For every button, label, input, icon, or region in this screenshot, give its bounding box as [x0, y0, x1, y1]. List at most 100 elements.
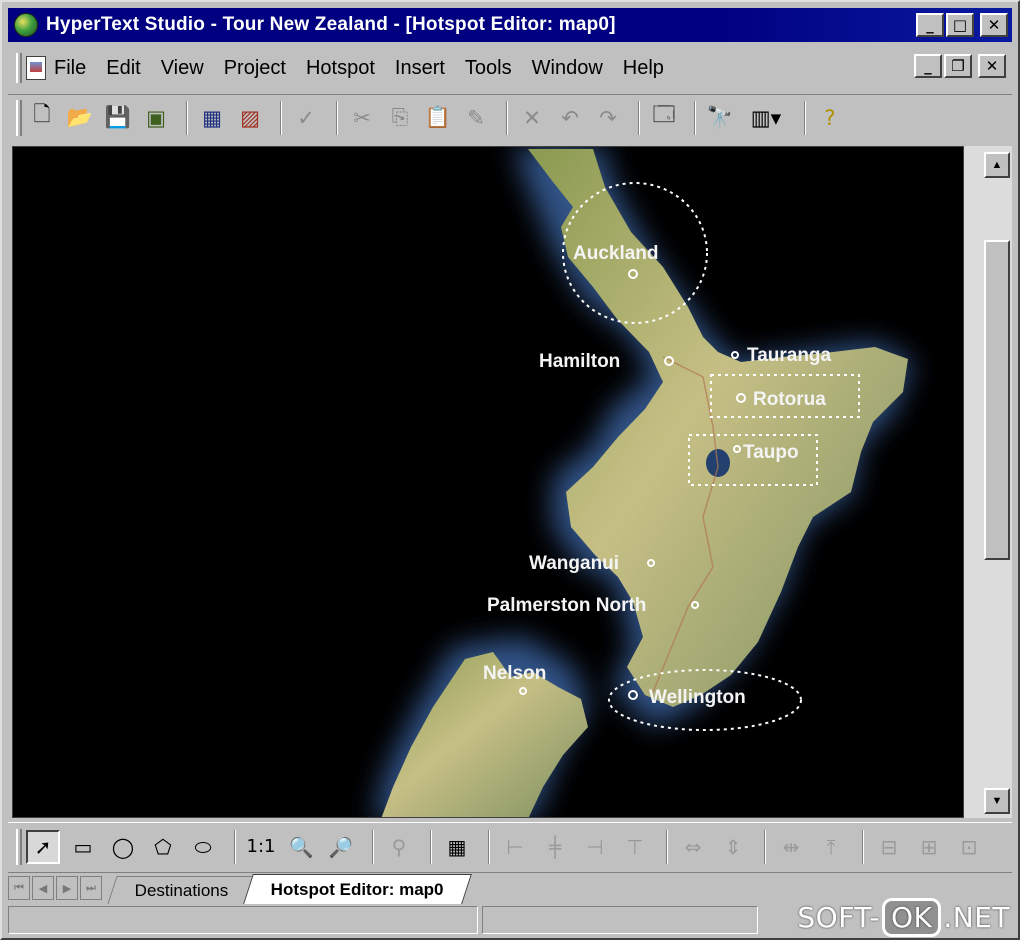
- toolbar-separator: [488, 829, 490, 864]
- align-top-icon[interactable]: ⊤: [618, 830, 652, 864]
- select-arrow-icon[interactable]: ➚: [26, 829, 60, 864]
- document-system-menu-icon[interactable]: [26, 56, 46, 80]
- toolbar-separator: [186, 100, 188, 135]
- status-panel-secondary: [482, 906, 758, 934]
- align-center-icon[interactable]: ╪: [538, 830, 572, 864]
- tab-destinations-label: Destinations: [134, 880, 229, 900]
- menu-hotspot[interactable]: Hotspot: [306, 57, 375, 80]
- title-bar[interactable]: HyperText Studio - Tour New Zealand - [H…: [8, 8, 1012, 42]
- app-globe-icon[interactable]: [14, 13, 38, 37]
- toolbar-separator: [280, 100, 282, 135]
- view-dropdown-icon[interactable]: ▥▾: [742, 102, 790, 134]
- tab-hotspot-editor-label: Hotspot Editor: map0: [270, 879, 444, 899]
- redo-icon[interactable]: ↷: [592, 102, 624, 134]
- spell-check-icon[interactable]: ✓: [290, 102, 322, 134]
- toolbar-separator: [804, 100, 806, 135]
- tab-next-icon[interactable]: ▶: [56, 876, 78, 900]
- menu-edit[interactable]: Edit: [106, 57, 140, 80]
- space-horizontal-icon[interactable]: ⇹: [774, 830, 808, 864]
- polygon-tool-icon[interactable]: ⬠: [146, 830, 180, 864]
- tab-hotspot-editor[interactable]: Hotspot Editor: map0: [242, 874, 472, 904]
- toolbar-separator: [862, 829, 864, 864]
- find-icon[interactable]: 🔭: [704, 102, 736, 134]
- menu-project[interactable]: Project: [224, 57, 286, 80]
- city-label-hamilton: Hamilton: [539, 351, 620, 372]
- city-label-rotorua: Rotorua: [753, 389, 826, 410]
- toolbar-grip[interactable]: [16, 99, 22, 136]
- help-icon[interactable]: ?: [814, 102, 846, 134]
- watermark-text-box: OK: [881, 898, 942, 937]
- watermark-text-right: .NET: [943, 901, 1010, 934]
- hotspot-editor-canvas[interactable]: Auckland Hamilton Tauranga Rotorua Taupo…: [12, 146, 964, 818]
- bring-front-icon[interactable]: ⊟: [872, 830, 906, 864]
- zoom-actual-size-button[interactable]: 1:1: [244, 830, 278, 864]
- ellipse-tool-icon[interactable]: ◯: [106, 830, 140, 864]
- menu-view[interactable]: View: [161, 57, 204, 80]
- scroll-up-button[interactable]: ▲: [984, 152, 1010, 178]
- align-right-icon[interactable]: ⊣: [578, 830, 612, 864]
- watermark-text-left: SOFT-: [797, 901, 880, 934]
- scroll-down-button[interactable]: ▼: [984, 788, 1010, 814]
- toolbar-separator: [666, 829, 668, 864]
- image-icon[interactable]: ▨: [234, 102, 266, 134]
- drawbar-grip[interactable]: [16, 828, 22, 865]
- menu-tools[interactable]: Tools: [465, 57, 512, 80]
- menu-grip[interactable]: [16, 53, 22, 83]
- north-island-shape: [528, 149, 908, 707]
- new-zealand-map: Auckland Hamilton Tauranga Rotorua Taupo…: [373, 147, 913, 817]
- city-taupo: Taupo: [733, 442, 799, 463]
- menu-window[interactable]: Window: [532, 57, 603, 80]
- hotspot-test-icon[interactable]: ⚲: [382, 830, 416, 864]
- document-close-button[interactable]: ✕: [978, 54, 1006, 78]
- send-back-icon[interactable]: ⊞: [912, 830, 946, 864]
- menu-help[interactable]: Help: [623, 57, 664, 80]
- city-tauranga: Tauranga: [731, 345, 832, 366]
- status-panel-main: [8, 906, 478, 934]
- menu-file[interactable]: File: [54, 57, 86, 80]
- same-width-icon[interactable]: ⇔: [676, 830, 710, 864]
- paste-icon[interactable]: 📋: [422, 102, 454, 134]
- center-icon[interactable]: ⊡: [952, 830, 986, 864]
- document-minimize-button[interactable]: _: [914, 54, 942, 78]
- tab-last-icon[interactable]: ⏭: [80, 876, 102, 900]
- save-icon[interactable]: 💾: [102, 102, 134, 134]
- new-document-icon[interactable]: 🗋: [26, 102, 58, 134]
- menu-bar: File Edit View Project Hotspot Insert To…: [8, 48, 1012, 88]
- toolbar-separator: [336, 100, 338, 135]
- rectangle-tool-icon[interactable]: ▭: [66, 830, 100, 864]
- document-restore-button[interactable]: ❐: [944, 54, 972, 78]
- tab-destinations[interactable]: Destinations: [107, 876, 257, 904]
- undo-icon[interactable]: ↶: [554, 102, 586, 134]
- space-vertical-icon[interactable]: ⤒: [814, 830, 848, 864]
- format-painter-icon[interactable]: ✎: [460, 102, 492, 134]
- city-label-wellington: Wellington: [649, 687, 746, 708]
- tab-first-icon[interactable]: ⏮: [8, 876, 30, 900]
- city-label-auckland: Auckland: [573, 243, 659, 264]
- scroll-thumb[interactable]: [984, 240, 1010, 560]
- toolbar-separator: [638, 100, 640, 135]
- cut-icon[interactable]: ✂: [346, 102, 378, 134]
- maximize-button[interactable]: □: [946, 13, 974, 37]
- menu-insert[interactable]: Insert: [395, 57, 445, 80]
- delete-icon[interactable]: ✕: [516, 102, 548, 134]
- freeform-tool-icon[interactable]: ⬭: [186, 830, 220, 864]
- same-height-icon[interactable]: ⇕: [716, 830, 750, 864]
- tab-prev-icon[interactable]: ◀: [32, 876, 54, 900]
- grid-icon[interactable]: ▦: [440, 830, 474, 864]
- copy-icon[interactable]: ⎘: [384, 102, 416, 134]
- open-folder-icon[interactable]: 📂: [64, 102, 96, 134]
- preview-icon[interactable]: ▦: [196, 102, 228, 134]
- application-window: HyperText Studio - Tour New Zealand - [H…: [0, 0, 1020, 940]
- properties-icon[interactable]: 🗔: [648, 102, 680, 134]
- toolbar-separator: [430, 829, 432, 864]
- vertical-scrollbar[interactable]: ▲ ▼: [964, 146, 1012, 818]
- align-left-icon[interactable]: ⊢: [498, 830, 532, 864]
- city-label-tauranga: Tauranga: [747, 345, 832, 366]
- zoom-in-icon[interactable]: 🔍: [284, 830, 318, 864]
- minimize-button[interactable]: _: [916, 13, 944, 37]
- city-label-taupo: Taupo: [743, 442, 799, 463]
- city-label-wanganui: Wanganui: [529, 553, 619, 574]
- save-all-icon[interactable]: ▣: [140, 102, 172, 134]
- zoom-out-icon[interactable]: 🔎: [324, 830, 358, 864]
- close-button[interactable]: ✕: [980, 13, 1008, 37]
